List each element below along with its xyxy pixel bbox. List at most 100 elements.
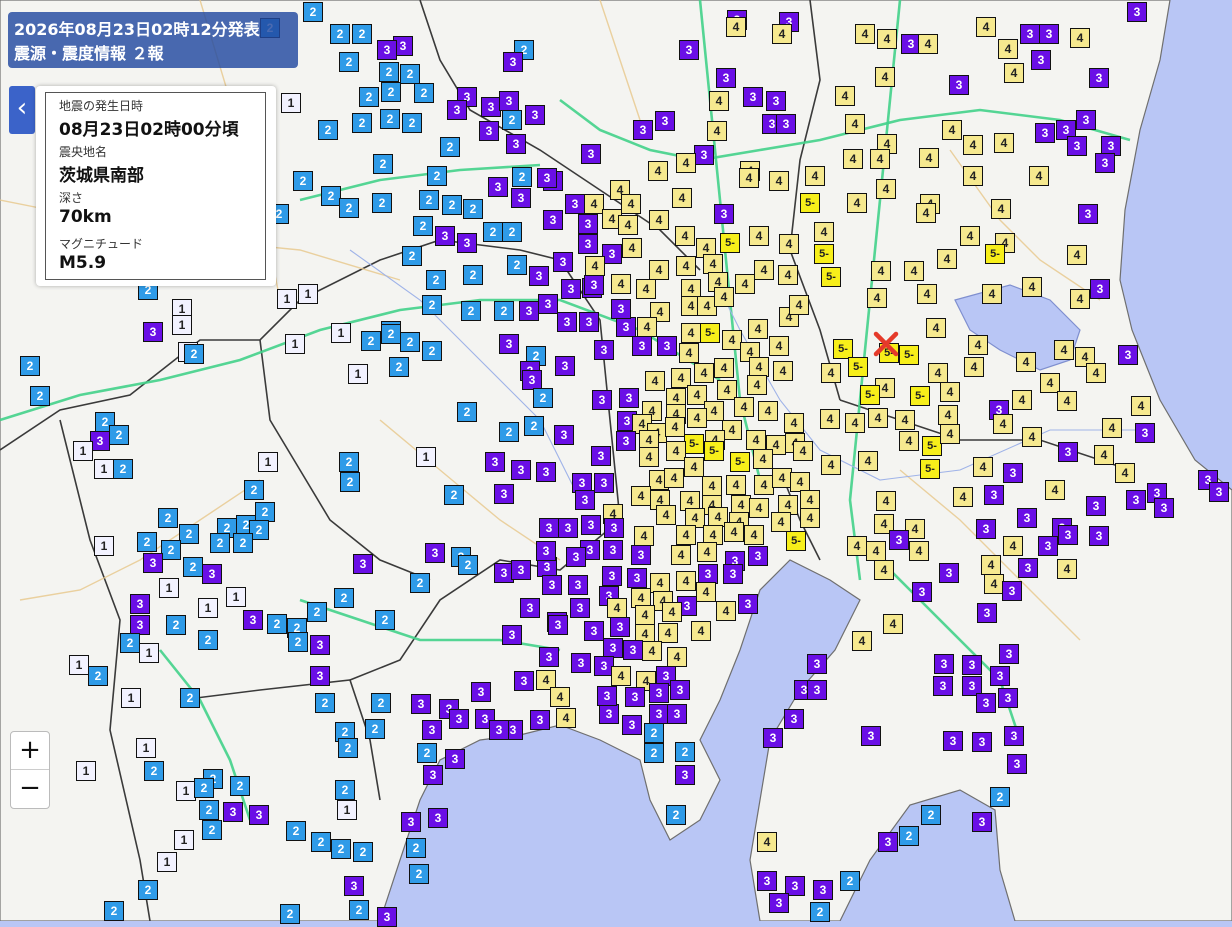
station-intensity-marker[interactable]: 3 [561,279,581,299]
station-intensity-marker[interactable]: 3 [748,546,768,566]
station-intensity-marker[interactable]: 4 [772,468,792,488]
station-intensity-marker[interactable]: 2 [499,422,519,442]
station-intensity-marker[interactable]: 4 [622,238,642,258]
station-intensity-marker[interactable]: 4 [800,490,820,510]
station-intensity-marker[interactable]: 3 [557,312,577,332]
station-intensity-marker[interactable]: 3 [542,575,562,595]
station-intensity-marker[interactable]: 4 [667,647,687,667]
station-intensity-marker[interactable]: 3 [984,485,1004,505]
station-intensity-marker[interactable]: 2 [483,222,503,242]
station-intensity-marker[interactable]: 3 [622,715,642,735]
station-intensity-marker[interactable]: 4 [1022,277,1042,297]
station-intensity-marker[interactable]: 3 [538,294,558,314]
station-intensity-marker[interactable]: 3 [1020,24,1040,44]
station-intensity-marker[interactable]: 3 [143,553,163,573]
station-intensity-marker[interactable]: 2 [244,480,264,500]
station-intensity-marker[interactable]: 3 [627,568,647,588]
station-intensity-marker[interactable]: 4 [754,475,774,495]
station-intensity-marker[interactable]: 5- [814,244,834,264]
station-intensity-marker[interactable]: 4 [789,295,809,315]
station-intensity-marker[interactable]: 4 [1102,418,1122,438]
station-intensity-marker[interactable]: 4 [814,222,834,242]
station-intensity-marker[interactable]: 2 [334,588,354,608]
station-intensity-marker[interactable]: 2 [255,502,275,522]
station-intensity-marker[interactable]: 3 [1209,482,1229,502]
station-intensity-marker[interactable]: 3 [675,765,695,785]
station-intensity-marker[interactable]: 2 [400,64,420,84]
station-intensity-marker[interactable]: 4 [772,24,792,44]
station-intensity-marker[interactable]: 2 [463,265,483,285]
station-intensity-marker[interactable]: 3 [599,704,619,724]
station-intensity-marker[interactable]: 3 [999,644,1019,664]
station-intensity-marker[interactable]: 3 [1003,463,1023,483]
station-intensity-marker[interactable]: 3 [939,563,959,583]
station-intensity-marker[interactable]: 4 [679,343,699,363]
station-intensity-marker[interactable]: 4 [867,288,887,308]
station-intensity-marker[interactable]: 1 [94,536,114,556]
station-intensity-marker[interactable]: 3 [632,336,652,356]
station-intensity-marker[interactable]: 3 [1127,2,1147,22]
station-intensity-marker[interactable]: 4 [696,582,716,602]
station-intensity-marker[interactable]: 4 [758,401,778,421]
station-intensity-marker[interactable]: 3 [435,226,455,246]
station-intensity-marker[interactable]: 2 [194,778,214,798]
station-intensity-marker[interactable]: 2 [381,324,401,344]
station-intensity-marker[interactable]: 5- [848,357,868,377]
station-intensity-marker[interactable]: 2 [184,344,204,364]
station-intensity-marker[interactable]: 3 [769,893,789,913]
station-intensity-marker[interactable]: 4 [636,279,656,299]
station-intensity-marker[interactable]: 4 [672,188,692,208]
station-intensity-marker[interactable]: 3 [619,388,639,408]
station-intensity-marker[interactable]: 2 [307,602,327,622]
station-intensity-marker[interactable]: 5- [910,386,930,406]
station-intensity-marker[interactable]: 3 [130,594,150,614]
station-intensity-marker[interactable]: 3 [591,446,611,466]
station-intensity-marker[interactable]: 4 [858,451,878,471]
station-intensity-marker[interactable]: 2 [315,693,335,713]
station-intensity-marker[interactable]: 2 [198,630,218,650]
station-intensity-marker[interactable]: 4 [676,153,696,173]
station-intensity-marker[interactable]: 4 [726,17,746,37]
station-intensity-marker[interactable]: 3 [611,299,631,319]
station-intensity-marker[interactable]: 2 [413,216,433,236]
station-intensity-marker[interactable]: 4 [790,472,810,492]
station-intensity-marker[interactable]: 2 [109,425,129,445]
station-intensity-marker[interactable]: 3 [310,635,330,655]
station-intensity-marker[interactable]: 5- [720,233,740,253]
station-intensity-marker[interactable]: 3 [488,177,508,197]
station-intensity-marker[interactable]: 1 [121,688,141,708]
station-intensity-marker[interactable]: 4 [821,455,841,475]
station-intensity-marker[interactable]: 3 [425,543,445,563]
station-intensity-marker[interactable]: 5- [920,459,940,479]
station-intensity-marker[interactable]: 4 [724,522,744,542]
station-intensity-marker[interactable]: 2 [104,901,124,921]
station-intensity-marker[interactable]: 4 [649,210,669,230]
station-intensity-marker[interactable]: 3 [670,680,690,700]
station-intensity-marker[interactable]: 4 [637,317,657,337]
station-intensity-marker[interactable]: 4 [866,541,886,561]
station-intensity-marker[interactable]: 4 [1022,427,1042,447]
station-intensity-marker[interactable]: 3 [536,541,556,561]
station-intensity-marker[interactable]: 3 [514,671,534,691]
station-intensity-marker[interactable]: 3 [757,871,777,891]
station-intensity-marker[interactable]: 2 [230,776,250,796]
station-intensity-marker[interactable]: 4 [800,508,820,528]
station-intensity-marker[interactable]: 2 [303,2,323,22]
station-intensity-marker[interactable]: 3 [519,301,539,321]
station-intensity-marker[interactable]: 3 [543,210,563,230]
station-intensity-marker[interactable]: 3 [578,234,598,254]
station-intensity-marker[interactable]: 2 [533,388,553,408]
station-intensity-marker[interactable]: 4 [1057,391,1077,411]
station-intensity-marker[interactable]: 5- [684,434,704,454]
station-intensity-marker[interactable]: 2 [644,723,664,743]
station-intensity-marker[interactable]: 3 [602,566,622,586]
station-intensity-marker[interactable]: 4 [847,536,867,556]
station-intensity-marker[interactable]: 3 [511,460,531,480]
station-intensity-marker[interactable]: 3 [554,425,574,445]
station-intensity-marker[interactable]: 4 [779,234,799,254]
station-intensity-marker[interactable]: 4 [749,357,769,377]
station-intensity-marker[interactable]: 5- [821,267,841,287]
station-intensity-marker[interactable]: 3 [1031,50,1051,70]
station-intensity-marker[interactable]: 2 [379,62,399,82]
station-intensity-marker[interactable]: 3 [594,340,614,360]
